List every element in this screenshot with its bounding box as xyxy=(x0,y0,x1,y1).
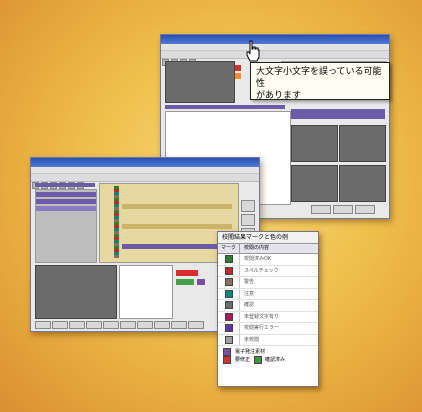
bottom-button[interactable] xyxy=(120,321,136,329)
image-preview xyxy=(35,265,117,319)
bottom-button[interactable] xyxy=(52,321,68,329)
legend-row: 未登録文字有り xyxy=(218,311,318,323)
legend-mark-cell xyxy=(218,311,240,322)
legend-label: 確認 xyxy=(244,302,255,308)
bottom-button[interactable] xyxy=(333,205,353,214)
mark-column xyxy=(114,186,119,258)
bottom-button[interactable] xyxy=(35,321,51,329)
legend-mark-cell xyxy=(218,277,240,288)
fix-swatch xyxy=(223,356,231,364)
marker-orange xyxy=(235,73,241,79)
list-item-selected[interactable] xyxy=(36,192,96,197)
footer-order-label: 電子発注素材 xyxy=(235,349,266,355)
bottom-button[interactable] xyxy=(154,321,170,329)
legend-header-mark: マーク xyxy=(218,244,240,253)
legend-row: 校閲済みOK xyxy=(218,254,318,266)
back-window-menubar[interactable] xyxy=(161,44,389,51)
legend-label: 校閲済みOK xyxy=(244,256,272,262)
legend-mark-cell xyxy=(218,254,240,265)
front-window-titlebar xyxy=(31,158,259,167)
legend-mark-cell xyxy=(218,300,240,311)
back-window-toolbar[interactable] xyxy=(161,51,389,66)
bottom-button[interactable] xyxy=(69,321,85,329)
result-row-highlight[interactable] xyxy=(122,204,232,209)
legend-swatch xyxy=(224,278,233,287)
legend-title: 校閲結果マークと色の例 xyxy=(218,232,318,244)
legend-mark-cell xyxy=(218,288,240,299)
legend-label: 未登録文字有り xyxy=(244,313,280,320)
header-bar xyxy=(35,183,95,187)
marker-green-box xyxy=(176,279,194,285)
thumbnail-1 xyxy=(291,125,338,162)
tooltip-line-2: があります xyxy=(256,91,302,101)
legend-footer-1: 電子発注素材 xyxy=(218,348,318,356)
list-item-selected[interactable] xyxy=(36,199,96,204)
legend-label: 注意 xyxy=(244,290,255,297)
legend-swatch xyxy=(224,255,233,264)
side-button[interactable] xyxy=(241,200,255,212)
preview-image xyxy=(165,61,235,103)
thumbnail-3 xyxy=(291,165,338,202)
bottom-button[interactable] xyxy=(137,321,153,329)
result-row-highlight[interactable] xyxy=(122,224,232,229)
legend-row: 警告 xyxy=(218,277,318,289)
legend-swatch xyxy=(224,301,233,310)
front-window-menubar[interactable] xyxy=(31,167,259,174)
detail-panel xyxy=(119,265,173,319)
legend-row: 校閲実行エラー xyxy=(218,323,318,335)
marker-purple-box xyxy=(197,279,205,285)
legend-swatch xyxy=(224,324,233,333)
legend-row: 注意 xyxy=(218,288,318,300)
bottom-button[interactable] xyxy=(86,321,102,329)
legend-mark-cell xyxy=(218,265,240,276)
bottom-button[interactable] xyxy=(188,321,204,329)
proofing-mark-legend: 校閲結果マークと色の例 マーク 校閲の内容 校閲済みOK スペルチェック 警告注意確… xyxy=(217,231,319,387)
result-row-highlight[interactable] xyxy=(122,244,232,249)
legend-swatch xyxy=(224,289,233,298)
legend-header: マーク 校閲の内容 xyxy=(218,244,318,254)
legend-row: 未校閲 xyxy=(218,334,318,346)
legend-label: 警告 xyxy=(244,279,255,285)
front-window-toolbar[interactable] xyxy=(31,174,259,189)
thumbnail-2 xyxy=(339,125,386,162)
legend-label: 校閲実行エラー xyxy=(244,325,280,331)
bottom-button[interactable] xyxy=(355,205,375,214)
file-list-panel[interactable] xyxy=(35,189,97,263)
legend-footer-2: 要修正 確認済み xyxy=(218,356,318,364)
legend-rows: 校閲済みOK スペルチェック 警告注意確認未登録文字有り 校閲実行エラー 未校閲 xyxy=(218,254,318,346)
legend-swatch xyxy=(224,312,233,321)
legend-mark-cell xyxy=(218,334,240,345)
legend-label: 未校閲 xyxy=(244,336,260,343)
legend-row: 確認 xyxy=(218,300,318,312)
side-button[interactable] xyxy=(241,214,255,226)
bottom-button[interactable] xyxy=(171,321,187,329)
legend-header-content: 校閲の内容 xyxy=(244,245,270,251)
case-warning-tooltip: 大文字小文字を誤っている可能性 があります xyxy=(250,62,390,101)
legend-swatch xyxy=(224,266,233,275)
bottom-button[interactable] xyxy=(311,205,331,214)
footer-fix-label: 要修正 xyxy=(235,357,251,363)
back-window-titlebar xyxy=(161,35,389,44)
legend-label: スペルチェック xyxy=(244,267,279,274)
legend-swatch xyxy=(224,335,233,344)
thumbnail-4 xyxy=(339,165,386,202)
legend-mark-cell xyxy=(218,323,240,334)
order-material-swatch xyxy=(223,348,231,356)
side-bar-1[interactable] xyxy=(291,109,385,119)
hand-cursor-icon xyxy=(246,40,260,62)
footer-ok-label: 確認済み xyxy=(265,357,286,363)
bottom-button[interactable] xyxy=(103,321,119,329)
ok-swatch xyxy=(254,356,263,364)
legend-row: スペルチェック xyxy=(218,265,318,277)
selected-row-bar[interactable] xyxy=(165,105,285,109)
list-item-selected[interactable] xyxy=(36,206,96,211)
marker-red xyxy=(235,65,241,71)
tooltip-line-1: 大文字小文字を誤っている可能性 xyxy=(256,67,382,89)
marker-red-box xyxy=(176,270,198,276)
